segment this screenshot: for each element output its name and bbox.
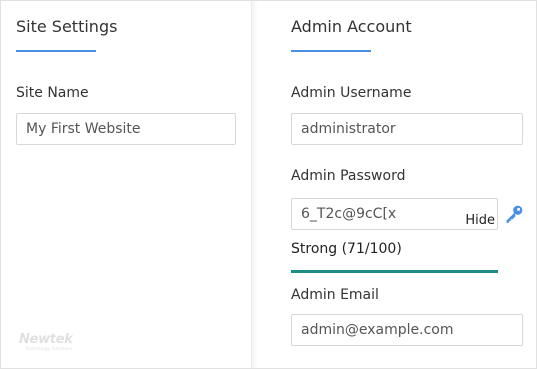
site-settings-title: Site Settings — [16, 17, 118, 36]
admin-password-field: 6_T2c@9cC[x Hide — [291, 198, 498, 230]
logo-wordmark: Newtek — [19, 332, 73, 347]
hide-password-button[interactable]: Hide — [461, 206, 495, 229]
site-name-input[interactable]: My First Website — [16, 113, 236, 145]
admin-username-input[interactable]: administrator — [291, 113, 523, 145]
panel-divider — [251, 1, 258, 368]
admin-email-label: Admin Email — [291, 287, 379, 303]
admin-password-input[interactable]: 6_T2c@9cC[x — [301, 206, 396, 222]
admin-email-input[interactable]: admin@example.com — [291, 314, 523, 346]
installer-form: Site Settings Site Name My First Website… — [0, 0, 537, 369]
logo-tagline: Technology Solutions — [25, 347, 73, 352]
admin-account-title: Admin Account — [291, 17, 412, 36]
admin-username-label: Admin Username — [291, 85, 412, 101]
key-icon[interactable] — [503, 204, 525, 224]
site-name-label: Site Name — [16, 85, 89, 101]
admin-account-title-underline — [291, 50, 371, 52]
password-strength-text: Strong (71/100) — [291, 241, 402, 257]
newtek-logo: Newtek Technology Solutions — [19, 333, 91, 359]
admin-password-label: Admin Password — [291, 168, 406, 184]
password-strength-bar — [291, 270, 498, 273]
site-settings-title-underline — [16, 50, 96, 52]
